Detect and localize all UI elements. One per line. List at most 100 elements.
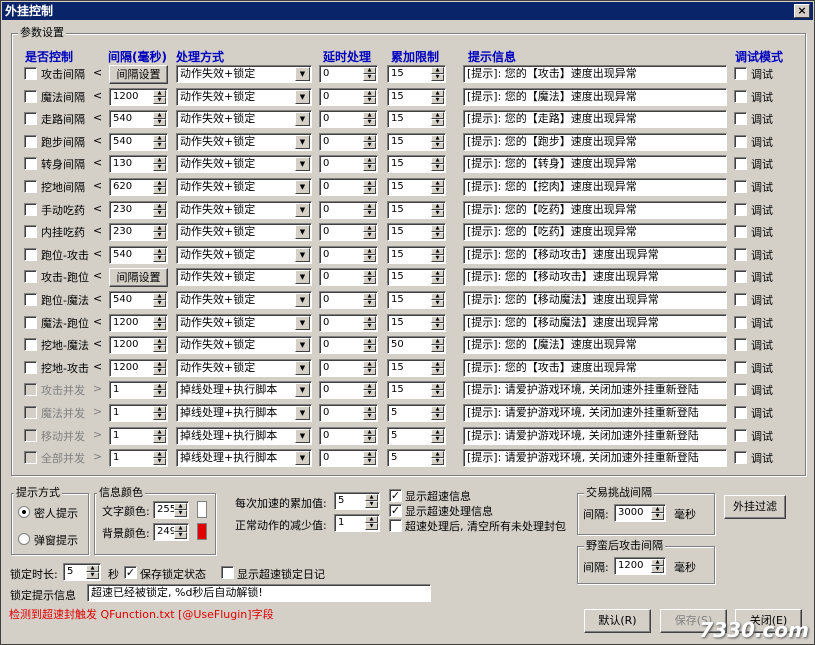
message-input[interactable]: [提示]: 您的【移动攻击】速度出现异常 xyxy=(463,268,727,287)
limit-spin-spinner[interactable]: ▲ ▼ xyxy=(431,406,444,420)
close-window-button[interactable]: × xyxy=(794,4,810,18)
interval-spin-spinner[interactable]: ▲ ▼ xyxy=(153,180,166,194)
show-speed-info-checkbox[interactable]: ✓ xyxy=(389,489,402,502)
method-select[interactable]: 动作失效+锁定 ▼ xyxy=(176,245,312,264)
limit-spin[interactable]: 15 ▲ ▼ xyxy=(387,313,446,332)
delay-spin-spinner[interactable]: ▲ ▼ xyxy=(363,67,376,81)
message-input[interactable]: [提示]: 您的【移动魔法】速度出现异常 xyxy=(463,291,727,309)
enable-checkbox[interactable] xyxy=(24,89,37,103)
interval-settings-button[interactable]: 间隔设置 xyxy=(109,65,168,84)
interval-spin[interactable]: 620 ▲ ▼ xyxy=(109,178,168,196)
method-select[interactable]: 动作失效+锁定 ▼ xyxy=(176,132,312,151)
limit-spin[interactable]: 15 ▲ ▼ xyxy=(387,381,446,400)
method-select[interactable]: 动作失效+锁定 ▼ xyxy=(176,268,312,287)
debug-checkbox[interactable] xyxy=(734,225,747,239)
interval-spin-spinner[interactable]: ▲ ▼ xyxy=(153,338,166,353)
chevron-down-icon[interactable]: ▼ xyxy=(295,406,310,420)
debug-checkbox[interactable] xyxy=(734,360,747,374)
method-select[interactable]: 动作失效+锁定 ▼ xyxy=(176,87,312,106)
interval-spin-spinner[interactable]: ▲ ▼ xyxy=(153,247,166,262)
interval-spin-spinner[interactable]: ▲ ▼ xyxy=(153,112,166,127)
delay-spin[interactable]: 0 ▲ ▼ xyxy=(319,200,378,219)
method-select[interactable]: 动作失效+锁定 ▼ xyxy=(176,358,312,377)
limit-spin[interactable]: 15 ▲ ▼ xyxy=(387,200,446,219)
delay-spin[interactable]: 0 ▲ ▼ xyxy=(319,155,378,174)
interval-spin-spinner[interactable]: ▲ ▼ xyxy=(153,225,166,240)
chevron-down-icon[interactable]: ▼ xyxy=(295,134,310,149)
enable-checkbox[interactable] xyxy=(24,406,37,419)
limit-spin-spinner[interactable]: ▲ ▼ xyxy=(431,202,444,217)
limit-spin-spinner[interactable]: ▲ ▼ xyxy=(431,89,444,104)
method-select[interactable]: 动作失效+锁定 ▼ xyxy=(176,155,312,174)
text-color-spinner[interactable]: ▲ ▼ xyxy=(174,503,187,517)
enable-checkbox[interactable] xyxy=(24,451,37,465)
chevron-down-icon[interactable]: ▼ xyxy=(295,451,310,466)
limit-spin-spinner[interactable]: ▲ ▼ xyxy=(431,225,444,240)
debug-checkbox[interactable] xyxy=(734,247,747,261)
accel-dec-spin[interactable]: 1 ▲ ▼ xyxy=(334,514,380,532)
debug-checkbox[interactable] xyxy=(734,134,747,148)
limit-spin[interactable]: 5 ▲ ▼ xyxy=(387,426,446,445)
limit-spin-spinner[interactable]: ▲ ▼ xyxy=(431,360,444,375)
limit-spin[interactable]: 5 ▲ ▼ xyxy=(387,449,446,468)
enable-checkbox[interactable] xyxy=(24,338,37,352)
limit-spin[interactable]: 15 ▲ ▼ xyxy=(387,87,446,106)
delay-spin-spinner[interactable]: ▲ ▼ xyxy=(363,89,376,104)
delay-spin-spinner[interactable]: ▲ ▼ xyxy=(363,157,376,172)
interval-spin-spinner[interactable]: ▲ ▼ xyxy=(153,428,166,443)
delay-spin[interactable]: 0 ▲ ▼ xyxy=(319,178,378,196)
chevron-down-icon[interactable]: ▼ xyxy=(295,225,310,240)
chevron-down-icon[interactable]: ▼ xyxy=(295,112,310,127)
debug-checkbox[interactable] xyxy=(734,383,747,397)
method-select[interactable]: 动作失效+锁定 ▼ xyxy=(176,200,312,219)
chevron-down-icon[interactable]: ▼ xyxy=(295,157,310,172)
enable-checkbox[interactable] xyxy=(24,315,37,329)
limit-spin-spinner[interactable]: ▲ ▼ xyxy=(431,134,444,149)
debug-checkbox[interactable] xyxy=(734,89,747,103)
delay-spin-spinner[interactable]: ▲ ▼ xyxy=(363,428,376,443)
chevron-down-icon[interactable]: ▼ xyxy=(295,270,310,285)
lock-duration-spinner[interactable]: ▲ ▼ xyxy=(86,565,99,579)
interval-spin[interactable]: 1200 ▲ ▼ xyxy=(109,336,168,355)
debug-checkbox[interactable] xyxy=(734,157,747,171)
enable-checkbox[interactable] xyxy=(24,293,37,306)
interval-spin-spinner[interactable]: ▲ ▼ xyxy=(153,157,166,172)
limit-spin[interactable]: 15 ▲ ▼ xyxy=(387,358,446,377)
interval-spin[interactable]: 540 ▲ ▼ xyxy=(109,291,168,309)
delay-spin-spinner[interactable]: ▲ ▼ xyxy=(363,383,376,398)
bg-color-spinner[interactable]: ▲ ▼ xyxy=(174,525,187,539)
message-input[interactable]: [提示]: 您的【移动攻击】速度出现异常 xyxy=(463,245,727,264)
delay-spin-spinner[interactable]: ▲ ▼ xyxy=(363,338,376,353)
chevron-down-icon[interactable]: ▼ xyxy=(295,67,310,81)
interval-spin-spinner[interactable]: ▲ ▼ xyxy=(153,293,166,307)
interval-spin[interactable]: 1200 ▲ ▼ xyxy=(109,87,168,106)
debug-checkbox[interactable] xyxy=(734,180,747,193)
message-input[interactable]: [提示]: 您的【攻击】速度出现异常 xyxy=(463,358,727,377)
limit-spin[interactable]: 15 ▲ ▼ xyxy=(387,110,446,129)
interval-spin[interactable]: 230 ▲ ▼ xyxy=(109,200,168,219)
limit-spin[interactable]: 15 ▲ ▼ xyxy=(387,223,446,242)
delay-spin[interactable]: 0 ▲ ▼ xyxy=(319,245,378,264)
delay-spin[interactable]: 0 ▲ ▼ xyxy=(319,268,378,287)
interval-spin[interactable]: 230 ▲ ▼ xyxy=(109,223,168,242)
enable-checkbox[interactable] xyxy=(24,134,37,148)
enable-checkbox[interactable] xyxy=(24,360,37,374)
delay-spin-spinner[interactable]: ▲ ▼ xyxy=(363,315,376,330)
interval-spin[interactable]: 1 ▲ ▼ xyxy=(109,381,168,400)
filter-button[interactable]: 外挂过滤 xyxy=(724,495,786,519)
message-input[interactable]: [提示]: 您的【移动魔法】速度出现异常 xyxy=(463,313,727,332)
default-button[interactable]: 默认(R) xyxy=(584,609,651,633)
limit-spin[interactable]: 5 ▲ ▼ xyxy=(387,404,446,422)
delay-spin[interactable]: 0 ▲ ▼ xyxy=(319,65,378,83)
trade-interval-spinner[interactable]: ▲ ▼ xyxy=(651,506,664,520)
clear-packets-checkbox[interactable] xyxy=(389,519,402,532)
interval-spin-spinner[interactable]: ▲ ▼ xyxy=(153,202,166,217)
delay-spin-spinner[interactable]: ▲ ▼ xyxy=(363,202,376,217)
method-select[interactable]: 动作失效+锁定 ▼ xyxy=(176,110,312,129)
delay-spin-spinner[interactable]: ▲ ▼ xyxy=(363,293,376,307)
interval-spin[interactable]: 1200 ▲ ▼ xyxy=(109,313,168,332)
interval-spin[interactable]: 540 ▲ ▼ xyxy=(109,110,168,129)
enable-checkbox[interactable] xyxy=(24,202,37,216)
trade-interval-spin[interactable]: 3000 ▲ ▼ xyxy=(614,504,666,522)
interval-spin[interactable]: 540 ▲ ▼ xyxy=(109,245,168,264)
